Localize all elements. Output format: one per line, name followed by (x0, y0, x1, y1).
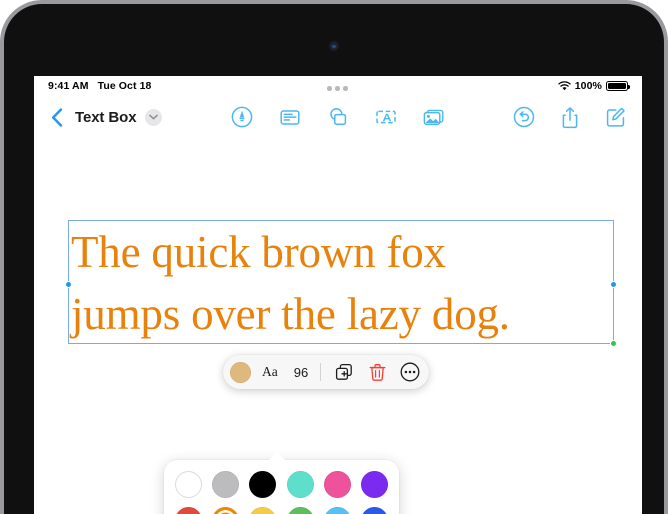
text-color-swatch-button[interactable] (230, 361, 251, 383)
toolbar-divider (320, 363, 322, 381)
status-bar-left: 9:41 AM Tue Oct 18 (48, 80, 151, 92)
format-popup-toolbar: Aa 96 (223, 355, 430, 389)
media-tool[interactable] (422, 105, 446, 129)
resize-handle-right[interactable] (610, 281, 617, 288)
app-toolbar: Text Box (34, 96, 642, 138)
color-blue[interactable] (360, 507, 388, 514)
color-gray[interactable] (212, 471, 240, 498)
font-style-button[interactable]: Aa (262, 364, 278, 380)
shapes-tool[interactable] (326, 105, 350, 129)
ipad-device: 9:41 AM Tue Oct 18 100% Text Box The qui… (0, 0, 668, 514)
status-bar: 9:41 AM Tue Oct 18 100% (34, 76, 642, 96)
battery-icon (606, 80, 631, 92)
ipad-screen: 9:41 AM Tue Oct 18 100% Text Box The qui… (34, 76, 642, 514)
rotate-handle-bottom-right[interactable] (610, 340, 617, 347)
share-button[interactable] (558, 105, 582, 129)
device-bezel: 9:41 AM Tue Oct 18 100% Text Box The qui… (4, 4, 664, 514)
undo-button[interactable] (512, 105, 536, 129)
text-box-tool[interactable] (374, 105, 398, 129)
duplicate-icon[interactable] (333, 361, 355, 383)
toolbar-left: Text Box (48, 107, 163, 127)
text-box-line-1: The quick brown fox (71, 227, 446, 277)
multitasking-dot (343, 86, 348, 91)
color-row-2 (175, 507, 388, 514)
color-light-blue[interactable] (323, 507, 351, 514)
document-canvas[interactable]: The quick brown fox jumps over the lazy … (34, 138, 642, 514)
toolbar-right-tools (512, 105, 628, 129)
document-tool[interactable] (278, 105, 302, 129)
multitasking-dots[interactable] (327, 86, 348, 91)
color-pink[interactable] (323, 471, 351, 498)
color-green[interactable] (286, 507, 314, 514)
draw-tool[interactable] (230, 105, 254, 129)
ellipsis-circle-icon[interactable] (399, 361, 421, 383)
font-size-value[interactable]: 96 (294, 365, 308, 380)
text-box-selection[interactable]: The quick brown fox jumps over the lazy … (65, 220, 617, 347)
text-color-palette: More Text Colors (164, 452, 399, 514)
multitasking-dot (335, 86, 340, 91)
status-date: Tue Oct 18 (97, 80, 152, 92)
multitasking-dot (327, 86, 332, 91)
color-purple[interactable] (360, 471, 388, 498)
color-mint[interactable] (286, 471, 314, 498)
wifi-icon (558, 81, 571, 91)
compose-button[interactable] (604, 105, 628, 129)
text-box-line-2: jumps over the lazy dog. (71, 289, 510, 339)
status-time: 9:41 AM (48, 80, 89, 92)
resize-handle-left[interactable] (65, 281, 72, 288)
color-row-1 (175, 471, 388, 498)
toolbar-center-tools (230, 105, 446, 129)
page-title: Text Box (75, 108, 137, 126)
front-camera-icon (330, 42, 338, 50)
color-black[interactable] (249, 471, 277, 498)
chevron-down-icon[interactable] (145, 108, 163, 126)
color-red[interactable] (175, 507, 202, 514)
color-white[interactable] (175, 471, 202, 498)
color-orange[interactable] (212, 507, 240, 514)
back-chevron-icon[interactable] (48, 107, 66, 127)
color-yellow[interactable] (249, 507, 277, 514)
battery-percent: 100% (574, 80, 602, 92)
trash-icon[interactable] (366, 361, 388, 383)
status-bar-right: 100% (558, 80, 631, 92)
